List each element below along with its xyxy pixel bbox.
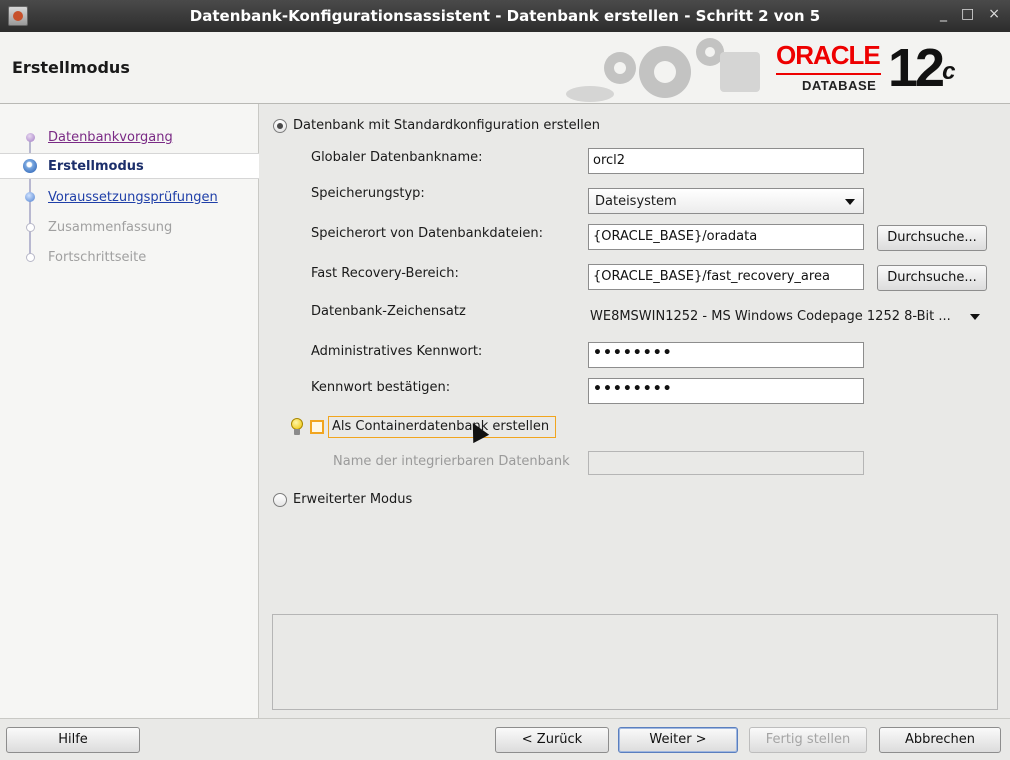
step-next-icon bbox=[25, 192, 35, 202]
sidebar-item-label: Voraussetzungsprüfungen bbox=[48, 189, 218, 205]
storage-type-label: Speicherungstyp: bbox=[311, 186, 425, 201]
browse-db-files-button[interactable]: Durchsuche... bbox=[877, 225, 987, 251]
minimize-button[interactable]: _ bbox=[940, 6, 947, 22]
global-db-name-input[interactable]: orcl2 bbox=[588, 148, 864, 174]
advanced-mode-radio-label[interactable]: Erweiterter Modus bbox=[293, 492, 412, 507]
back-button[interactable]: < Zurück bbox=[495, 727, 609, 753]
close-button[interactable]: × bbox=[988, 6, 1000, 22]
admin-password-input[interactable]: •••••••• bbox=[588, 342, 864, 368]
confirm-password-label: Kennwort bestätigen: bbox=[311, 380, 451, 395]
storage-type-value: Dateisystem bbox=[595, 194, 677, 209]
sidebar-item-fortschrittseite: Fortschrittseite bbox=[0, 244, 259, 270]
wizard-footer: Hilfe < Zurück Weiter > Fertig stellen A… bbox=[0, 718, 1010, 760]
step-pending-icon bbox=[26, 222, 35, 232]
finish-button: Fertig stellen bbox=[749, 727, 867, 753]
container-db-checkbox[interactable] bbox=[310, 420, 324, 434]
app-icon bbox=[8, 6, 28, 26]
db-files-location-input[interactable]: {ORACLE_BASE}/oradata bbox=[588, 224, 864, 250]
chevron-down-icon bbox=[845, 199, 855, 205]
db-files-location-label: Speicherort von Datenbankdateien: bbox=[311, 226, 543, 241]
help-button[interactable]: Hilfe bbox=[6, 727, 140, 753]
hint-lightbulb-icon bbox=[290, 418, 304, 436]
step-done-icon bbox=[26, 132, 35, 142]
default-config-radio[interactable] bbox=[273, 119, 287, 133]
gears-decoration-icon bbox=[566, 38, 760, 102]
oracle-wordmark: ORACLE bbox=[776, 40, 881, 70]
bulb-base bbox=[294, 429, 300, 435]
sidebar-item-zusammenfassung: Zusammenfassung bbox=[0, 214, 259, 240]
fast-recovery-input[interactable]: {ORACLE_BASE}/fast_recovery_area bbox=[588, 264, 864, 290]
browse-fast-recovery-button[interactable]: Durchsuche... bbox=[877, 265, 987, 291]
advanced-mode-radio[interactable] bbox=[273, 493, 287, 507]
message-panel bbox=[272, 614, 998, 710]
maximize-button[interactable]: □ bbox=[961, 6, 974, 22]
confirm-password-input[interactable]: •••••••• bbox=[588, 378, 864, 404]
charset-label: Datenbank-Zeichensatz bbox=[311, 304, 466, 319]
version-suffix: c bbox=[942, 58, 955, 85]
create-mode-panel: Datenbank mit Standardkonfiguration erst… bbox=[260, 104, 1010, 718]
step-pending-icon bbox=[26, 252, 35, 262]
wizard-steps-sidebar: Datenbankvorgang Erstellmodus Voraussetz… bbox=[0, 104, 259, 718]
step-current-icon bbox=[23, 159, 37, 173]
sidebar-item-label: Datenbankvorgang bbox=[48, 129, 173, 145]
sidebar-item-erstellmodus[interactable]: Erstellmodus bbox=[0, 153, 259, 179]
sidebar-item-datenbankvorgang[interactable]: Datenbankvorgang bbox=[0, 124, 259, 150]
cancel-button[interactable]: Abbrechen bbox=[879, 727, 1001, 753]
sidebar-item-label: Fortschrittseite bbox=[48, 249, 147, 265]
pluggable-db-name-input bbox=[588, 451, 864, 475]
version-logo: 12c bbox=[888, 38, 956, 98]
charset-value: WE8MSWIN1252 - MS Windows Codepage 1252 … bbox=[590, 309, 951, 324]
window-title: Datenbank-Konfigurationsassistent - Date… bbox=[189, 7, 821, 25]
oracle-logo: ORACLE DATABASE bbox=[776, 40, 886, 102]
pluggable-db-name-label: Name der integrierbaren Datenbank bbox=[333, 454, 570, 469]
storage-type-select[interactable]: Dateisystem bbox=[588, 188, 864, 214]
sidebar-item-label: Zusammenfassung bbox=[48, 219, 173, 235]
version-number: 12 bbox=[888, 38, 945, 98]
sidebar-item-label: Erstellmodus bbox=[48, 158, 144, 174]
chevron-down-icon bbox=[970, 314, 980, 320]
default-config-radio-label[interactable]: Datenbank mit Standardkonfiguration erst… bbox=[293, 118, 600, 133]
window-titlebar[interactable]: Datenbank-Konfigurationsassistent - Date… bbox=[0, 0, 1010, 32]
next-button[interactable]: Weiter > bbox=[618, 727, 738, 753]
page-title: Erstellmodus bbox=[12, 58, 130, 77]
container-db-checkbox-label[interactable]: Als Containerdatenbank erstellen bbox=[332, 419, 549, 434]
wizard-header: Erstellmodus ORACLE DATABASE 12c bbox=[0, 32, 1010, 104]
charset-select[interactable]: WE8MSWIN1252 - MS Windows Codepage 1252 … bbox=[588, 304, 988, 330]
global-db-name-label: Globaler Datenbankname: bbox=[311, 150, 483, 165]
database-wordmark: DATABASE bbox=[802, 78, 877, 93]
logo-divider bbox=[776, 73, 881, 75]
fast-recovery-label: Fast Recovery-Bereich: bbox=[311, 266, 459, 281]
sidebar-item-voraussetzungspruefungen[interactable]: Voraussetzungsprüfungen bbox=[0, 184, 259, 210]
admin-password-label: Administratives Kennwort: bbox=[311, 344, 483, 359]
